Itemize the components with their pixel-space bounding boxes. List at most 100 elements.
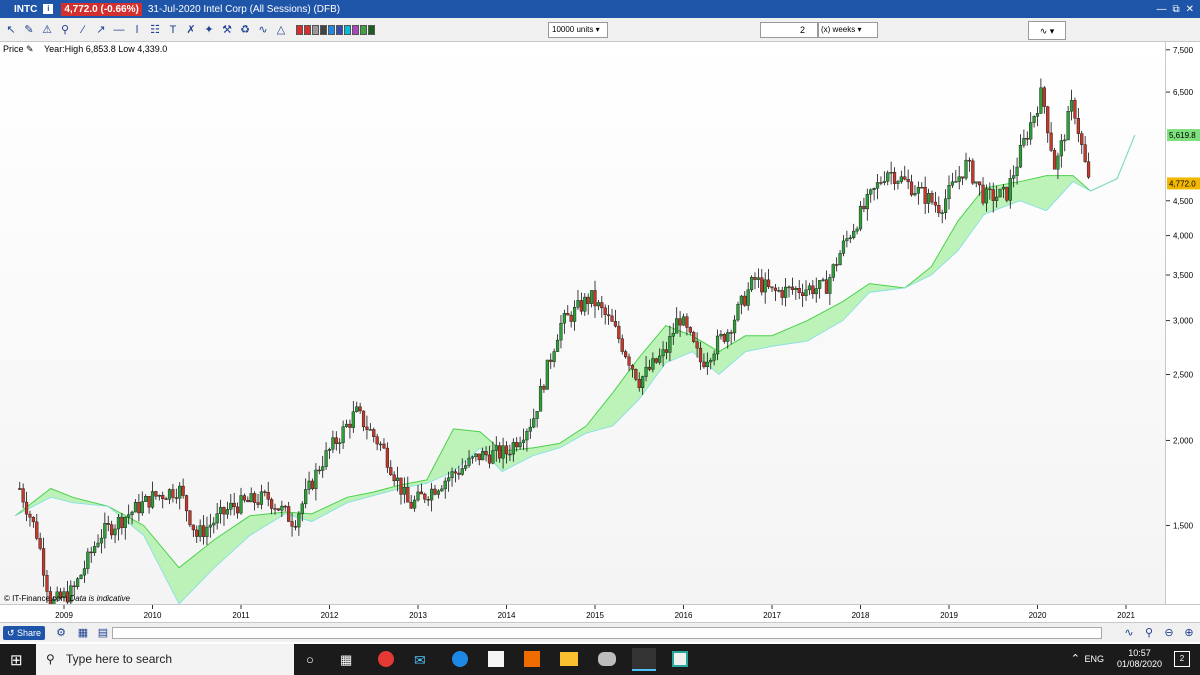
- chart-area[interactable]: [0, 42, 1165, 604]
- media-icon[interactable]: [524, 651, 540, 667]
- pattern-icon[interactable]: △: [274, 23, 288, 37]
- wrench-icon[interactable]: ⚒: [220, 23, 234, 37]
- candle-body: [719, 334, 723, 337]
- candle-body: [188, 510, 192, 526]
- folder-icon[interactable]: [560, 652, 578, 666]
- instrument-description: 31-Jul-2020 Intel Corp (All Sessions) (D…: [147, 3, 341, 15]
- vertical-line-icon[interactable]: ǀ: [130, 23, 144, 37]
- cursor-icon[interactable]: ↖: [4, 23, 18, 37]
- period-stepper[interactable]: 2: [760, 22, 818, 38]
- y-tick-label: 3,000: [1173, 317, 1194, 326]
- pitchfork-icon[interactable]: ✦: [202, 23, 216, 37]
- candle-body: [31, 516, 35, 523]
- chart-app-icon[interactable]: [672, 651, 688, 667]
- color-swatch[interactable]: [360, 24, 367, 35]
- color-swatch[interactable]: [328, 24, 335, 35]
- candle-body: [450, 471, 454, 479]
- candle-body: [225, 509, 229, 515]
- candle-body: [620, 338, 624, 352]
- candle-body: [348, 423, 352, 428]
- taskbar-clock[interactable]: 10:57 01/08/2020: [1117, 648, 1162, 670]
- arrow-tool-icon[interactable]: ✗: [184, 23, 198, 37]
- color-swatch[interactable]: [296, 24, 303, 35]
- color-swatch[interactable]: [304, 24, 311, 35]
- candle-body: [127, 514, 131, 518]
- ray-tool-icon[interactable]: ↗: [94, 23, 108, 37]
- notification-icon[interactable]: 2: [1174, 651, 1190, 667]
- candle-body: [681, 316, 686, 326]
- color-swatch[interactable]: [368, 24, 375, 35]
- search-icon: ⚲: [46, 652, 55, 666]
- info-icon[interactable]: i: [43, 4, 54, 14]
- candle-body: [746, 289, 750, 306]
- layout-icon[interactable]: ▤: [96, 626, 110, 640]
- candle-body: [797, 288, 801, 293]
- candle-body: [562, 313, 566, 324]
- store-icon[interactable]: [488, 651, 504, 667]
- candle-body: [72, 585, 76, 588]
- horizontal-line-icon[interactable]: —: [112, 23, 126, 37]
- candle-body: [327, 448, 332, 451]
- wave-icon[interactable]: ∿: [256, 23, 270, 37]
- candle-body: [1039, 87, 1043, 114]
- windows-start-icon[interactable]: ⊞: [10, 651, 23, 669]
- candle-body: [1056, 155, 1060, 170]
- candle-body: [416, 491, 420, 501]
- trading-app-icon[interactable]: [632, 648, 656, 671]
- zoom-fit-icon[interactable]: ⚲: [1142, 626, 1156, 640]
- alert-icon[interactable]: ⚠: [40, 23, 54, 37]
- candle-body: [406, 487, 410, 503]
- candle-body: [137, 501, 141, 514]
- minimize-icon[interactable]: —: [1156, 4, 1166, 15]
- period-dropdown[interactable]: (x) weeks ▾: [818, 22, 878, 38]
- candle-body: [110, 524, 114, 536]
- color-swatch[interactable]: [320, 24, 327, 35]
- zoom-out-icon[interactable]: ⊖: [1162, 626, 1176, 640]
- candle-body: [852, 230, 856, 238]
- chevron-up-icon[interactable]: ⌃: [1071, 652, 1080, 665]
- chart-type-dropdown[interactable]: ∿ ▾: [1028, 21, 1066, 40]
- ruler-icon[interactable]: ✎: [22, 23, 36, 37]
- text-tool-icon[interactable]: T: [166, 23, 180, 37]
- candle-body: [841, 240, 846, 254]
- mail-icon[interactable]: ✉: [414, 652, 426, 669]
- line-tool-icon[interactable]: ∕: [76, 23, 90, 37]
- ticker-label[interactable]: INTC: [14, 4, 37, 15]
- edge-icon[interactable]: [452, 651, 468, 667]
- task-view-icon[interactable]: ▦: [340, 652, 352, 668]
- table-icon[interactable]: ▦: [76, 626, 90, 640]
- chart-scrollbar[interactable]: [112, 627, 1102, 639]
- candle-body: [1025, 137, 1029, 140]
- candle-body: [749, 276, 754, 290]
- candle-body: [630, 365, 635, 370]
- candle-body: [96, 542, 100, 547]
- zoom-icon[interactable]: ⚲: [58, 23, 72, 37]
- language-indicator[interactable]: ENG: [1084, 654, 1104, 664]
- zoom-in-icon[interactable]: ⊕: [1182, 626, 1196, 640]
- settings-icon[interactable]: ⚙: [54, 626, 68, 640]
- controller-icon[interactable]: [598, 652, 616, 666]
- candle-body: [1018, 145, 1023, 168]
- color-swatches: [296, 24, 376, 35]
- color-swatch[interactable]: [344, 24, 351, 35]
- price-label[interactable]: Price ✎: [3, 44, 34, 55]
- color-swatch[interactable]: [312, 24, 319, 35]
- color-swatch[interactable]: [352, 24, 359, 35]
- candle-body: [1086, 161, 1091, 178]
- delete-icon[interactable]: ♻: [238, 23, 252, 37]
- indicator-icon[interactable]: ∿: [1122, 626, 1136, 640]
- candle-body: [392, 474, 396, 482]
- share-button[interactable]: ↺ Share: [3, 626, 45, 640]
- fibonacci-icon[interactable]: ☷: [148, 23, 162, 37]
- color-swatch[interactable]: [336, 24, 343, 35]
- close-icon[interactable]: ✕: [1186, 4, 1194, 15]
- cortana-icon[interactable]: ○: [306, 652, 314, 667]
- candle-body: [474, 453, 478, 457]
- chrome-icon[interactable]: [378, 651, 394, 667]
- candle-body: [235, 506, 240, 514]
- units-dropdown[interactable]: 10000 units ▾: [548, 22, 608, 38]
- candle-body: [552, 351, 556, 362]
- restore-icon[interactable]: ⧉: [1172, 4, 1179, 15]
- candle-body: [198, 525, 202, 537]
- taskbar-search-input[interactable]: ⚲ Type here to search: [36, 644, 294, 675]
